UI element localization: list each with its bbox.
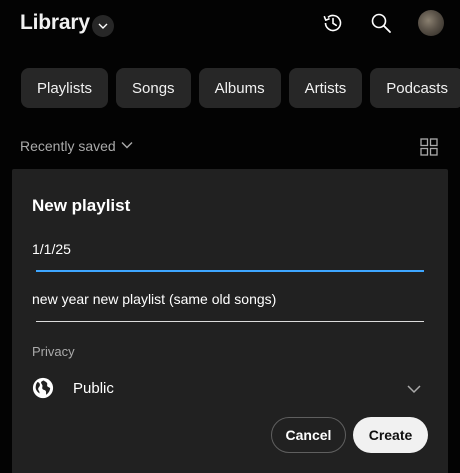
chip-podcasts[interactable]: Podcasts — [370, 68, 460, 108]
sort-dropdown[interactable]: Recently saved — [20, 138, 116, 154]
chip-songs[interactable]: Songs — [116, 68, 191, 108]
privacy-value: Public — [73, 380, 114, 397]
playlist-title-input[interactable]: 1/1/25 — [32, 241, 71, 257]
privacy-dropdown[interactable]: Public — [32, 374, 428, 404]
cancel-button[interactable]: Cancel — [271, 417, 346, 453]
playlist-title-field[interactable]: 1/1/25 — [32, 241, 424, 273]
history-button[interactable] — [320, 10, 346, 36]
chip-albums[interactable]: Albums — [198, 68, 281, 108]
search-icon — [371, 13, 391, 33]
dialog-title: New playlist — [32, 196, 131, 215]
chip-artists[interactable]: Artists — [288, 68, 363, 108]
title-underline — [36, 270, 424, 272]
playlist-description-field[interactable]: new year new playlist (same old songs) — [32, 291, 424, 323]
library-dropdown-button[interactable] — [92, 15, 114, 37]
avatar[interactable] — [418, 10, 444, 36]
top-bar: Library — [0, 0, 460, 50]
chevron-down-icon — [407, 385, 421, 394]
chevron-down-icon — [98, 23, 108, 29]
globe-icon — [32, 377, 54, 399]
grid-view-icon[interactable] — [420, 138, 438, 156]
chip-playlists[interactable]: Playlists — [21, 68, 109, 108]
filter-chips: Playlists Songs Albums Artists Podcasts — [21, 68, 460, 108]
chevron-down-icon[interactable] — [120, 138, 134, 152]
new-playlist-dialog: New playlist 1/1/25 new year new playlis… — [12, 169, 448, 473]
page-title: Library — [20, 11, 90, 34]
playlist-description-input[interactable]: new year new playlist (same old songs) — [32, 291, 276, 307]
privacy-label: Privacy — [32, 344, 75, 359]
create-button[interactable]: Create — [353, 417, 428, 453]
search-button[interactable] — [368, 10, 394, 36]
sort-row: Recently saved — [20, 134, 440, 160]
description-underline — [36, 321, 424, 322]
history-icon — [323, 14, 342, 32]
